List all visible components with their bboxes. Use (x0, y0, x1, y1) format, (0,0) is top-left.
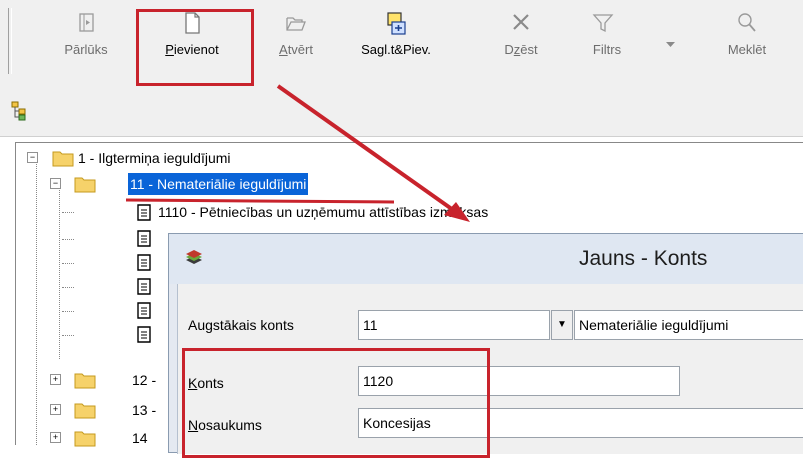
annotation-overlay (125, 84, 470, 222)
highlight-underline (125, 198, 395, 204)
annotation-arrow (276, 84, 458, 214)
